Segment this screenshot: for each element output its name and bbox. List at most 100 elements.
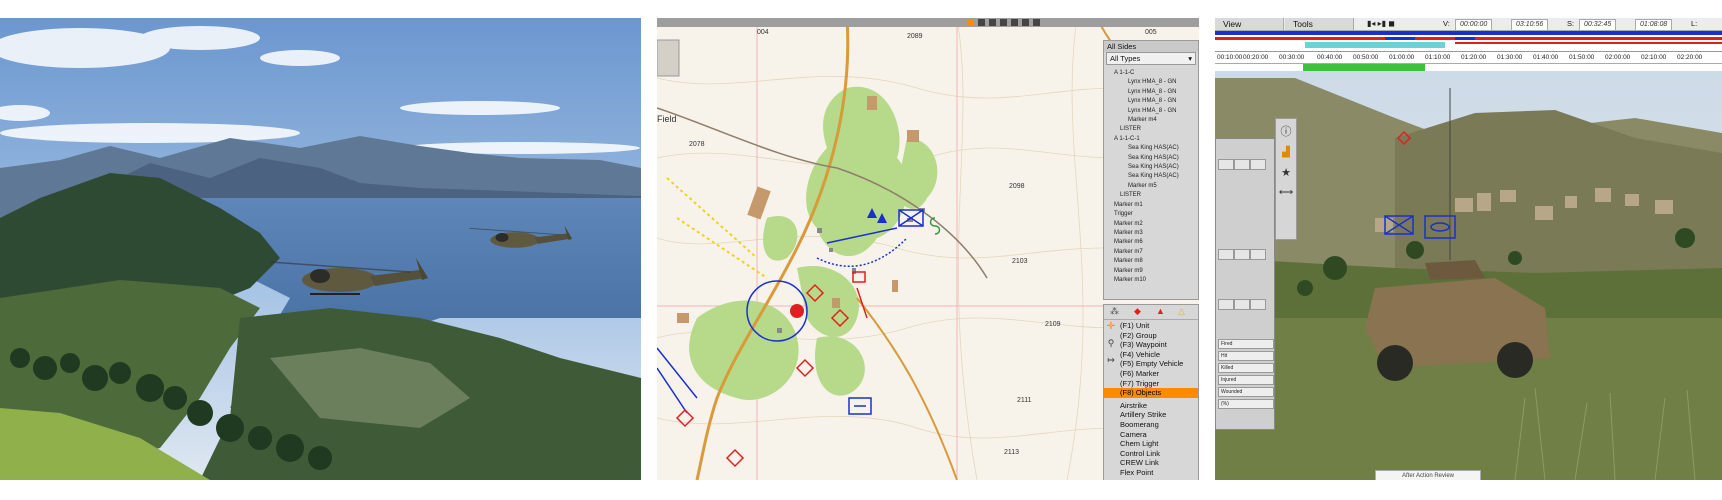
tree-item[interactable]: Marker m9 bbox=[1114, 267, 1198, 276]
entity-tree[interactable]: A 1-1-C Lynx HMA_8 - GN Lynx HMA_8 - GN … bbox=[1104, 65, 1198, 285]
mission-editor-map[interactable]: 004 2089 005 2078 2098 2103 2109 2111 21… bbox=[657, 18, 1199, 480]
aar-bottom-tab[interactable]: After Action Review bbox=[1375, 470, 1481, 480]
stats-row: Hit bbox=[1218, 351, 1274, 361]
star-icon[interactable]: ★ bbox=[1276, 166, 1296, 179]
stats-row: (%) bbox=[1218, 399, 1274, 409]
grid-label: 005 bbox=[1145, 29, 1157, 36]
timeline-range-bar bbox=[1303, 64, 1425, 71]
grid-label: 2089 bbox=[907, 33, 923, 40]
tree-item[interactable]: Sea King HAS(AC) bbox=[1114, 154, 1198, 163]
tree-item[interactable]: Lynx HMA_8 - GN bbox=[1114, 97, 1198, 106]
label-s: S: bbox=[1567, 19, 1575, 28]
tree-item[interactable]: Marker m4 bbox=[1114, 116, 1198, 125]
tree-item[interactable]: Sea King HAS(AC) bbox=[1114, 172, 1198, 181]
stats-button[interactable] bbox=[1250, 299, 1266, 310]
object-item[interactable]: Control Link bbox=[1104, 449, 1198, 459]
mode-vehicle[interactable]: (F4) Vehicle bbox=[1104, 350, 1198, 360]
info-icon[interactable]: ⓘ bbox=[1276, 123, 1296, 139]
stats-row: Injured bbox=[1218, 375, 1274, 385]
trigger-icon[interactable]: ▲ bbox=[1156, 306, 1165, 316]
stats-button[interactable] bbox=[1218, 249, 1234, 260]
tree-item[interactable]: Marker m8 bbox=[1114, 257, 1198, 266]
time-end-field[interactable]: 01:08:08 bbox=[1635, 19, 1673, 31]
mode-group[interactable]: (F2) Group bbox=[1104, 331, 1198, 341]
stats-row: Killed bbox=[1218, 363, 1274, 373]
grid-label: 2078 bbox=[689, 141, 705, 148]
arrows-icon[interactable]: ⟷ bbox=[1276, 187, 1296, 198]
link-icon[interactable]: ↦ bbox=[1104, 355, 1118, 366]
group-icon[interactable]: ⁂ bbox=[1110, 306, 1119, 317]
playback-controls[interactable]: ▮◂ ▸▮ ◼ bbox=[1367, 19, 1395, 29]
editor-modes-panel: ⁂ ◆ ▲ △ ✛ ⚲ ↦ (F1) Unit (F2) Group (F3) … bbox=[1103, 304, 1199, 480]
mode-trigger[interactable]: (F7) Trigger bbox=[1104, 379, 1198, 389]
tree-item[interactable]: Marker m5 bbox=[1114, 182, 1198, 191]
aar-icon-column: ⓘ ▟ ★ ⟷ bbox=[1275, 118, 1297, 240]
move-icon[interactable]: ✛ bbox=[1104, 321, 1118, 332]
tree-item[interactable]: Sea King HAS(AC) bbox=[1114, 144, 1198, 153]
marker-icon[interactable]: ◆ bbox=[1134, 306, 1141, 317]
object-item[interactable]: Boomerang bbox=[1104, 420, 1198, 430]
tree-item[interactable]: LISTER bbox=[1114, 191, 1198, 200]
grid-label: 2111 bbox=[1017, 397, 1032, 404]
tree-item[interactable]: Marker m3 bbox=[1114, 229, 1198, 238]
stats-button[interactable] bbox=[1234, 159, 1250, 170]
object-item[interactable]: Airstrike bbox=[1104, 401, 1198, 411]
tree-item[interactable]: Sea King HAS(AC) bbox=[1114, 163, 1198, 172]
object-list[interactable]: Airstrike Artillery Strike Boomerang Cam… bbox=[1104, 401, 1198, 478]
stats-button[interactable] bbox=[1250, 159, 1266, 170]
sides-filter[interactable]: All Sides bbox=[1104, 41, 1198, 52]
tree-item[interactable]: Marker m7 bbox=[1114, 248, 1198, 257]
tree-item[interactable]: Lynx HMA_8 - GN bbox=[1114, 107, 1198, 116]
stats-button[interactable] bbox=[1218, 299, 1234, 310]
3d-scene bbox=[1215, 18, 1722, 480]
mode-empty-vehicle[interactable]: (F5) Empty Vehicle bbox=[1104, 359, 1198, 369]
object-item[interactable]: Artillery Strike bbox=[1104, 410, 1198, 420]
types-filter-select[interactable]: All Types ▾ bbox=[1106, 52, 1196, 65]
menu-view[interactable]: View bbox=[1215, 18, 1284, 30]
stats-button[interactable] bbox=[1250, 249, 1266, 260]
grid-label: 2113 bbox=[1004, 449, 1019, 456]
stats-button[interactable] bbox=[1218, 159, 1234, 170]
stats-panel: Fired Hit Killed Injured Wounded (%) bbox=[1215, 138, 1275, 430]
tree-item[interactable]: LISTER bbox=[1114, 125, 1198, 134]
place-label: Field bbox=[657, 114, 677, 124]
mode-tabs[interactable]: ⁂ ◆ ▲ △ bbox=[1104, 305, 1198, 320]
tree-item[interactable]: Lynx HMA_8 - GN bbox=[1114, 78, 1198, 87]
time-v-field[interactable]: 00:00:00 bbox=[1455, 19, 1493, 31]
grid-label: 2098 bbox=[1009, 183, 1025, 190]
tree-item[interactable]: A 1-1-C bbox=[1114, 69, 1198, 78]
time-s-field[interactable]: 00:32:45 bbox=[1579, 19, 1617, 31]
event-timeline[interactable] bbox=[1215, 31, 1722, 71]
chart-icon[interactable]: ▟ bbox=[1276, 147, 1296, 158]
search-icon[interactable]: ⚲ bbox=[1104, 338, 1118, 349]
after-action-review-view[interactable]: View Tools ▮◂ ▸▮ ◼ V: 00:00:00 03:10:56 … bbox=[1215, 18, 1722, 480]
tree-item[interactable]: Lynx HMA_8 - GN bbox=[1114, 88, 1198, 97]
helicopter-scene-image bbox=[0, 18, 641, 480]
tree-item[interactable]: Trigger bbox=[1114, 210, 1198, 219]
stats-row: Fired bbox=[1218, 339, 1274, 349]
object-item[interactable]: Camera bbox=[1104, 430, 1198, 440]
tree-item[interactable]: A 1-1-C-1 bbox=[1114, 135, 1198, 144]
mode-objects[interactable]: (F8) Objects bbox=[1104, 388, 1198, 398]
tree-item[interactable]: Marker m2 bbox=[1114, 220, 1198, 229]
tree-item[interactable]: Marker m10 bbox=[1114, 276, 1198, 285]
label-v: V: bbox=[1443, 19, 1450, 28]
stats-row: Wounded bbox=[1218, 387, 1274, 397]
tree-item[interactable]: Marker m1 bbox=[1114, 201, 1198, 210]
grid-label: 004 bbox=[757, 29, 769, 36]
object-item[interactable]: Flex Point bbox=[1104, 468, 1198, 478]
time-total-field[interactable]: 03:10:56 bbox=[1511, 19, 1549, 31]
mode-unit[interactable]: (F1) Unit bbox=[1104, 321, 1198, 331]
editor-mode-list[interactable]: (F1) Unit (F2) Group (F3) Waypoint (F4) … bbox=[1104, 321, 1198, 398]
object-item[interactable]: CREW Link bbox=[1104, 458, 1198, 468]
warning-icon[interactable]: △ bbox=[1178, 306, 1185, 317]
mode-marker[interactable]: (F6) Marker bbox=[1104, 369, 1198, 379]
tree-item[interactable]: Marker m6 bbox=[1114, 238, 1198, 247]
aar-menubar: View Tools ▮◂ ▸▮ ◼ V: 00:00:00 03:10:56 … bbox=[1215, 18, 1722, 31]
stats-button[interactable] bbox=[1234, 249, 1250, 260]
object-item[interactable]: Chem Light bbox=[1104, 439, 1198, 449]
menu-tools[interactable]: Tools bbox=[1285, 18, 1354, 30]
mode-waypoint[interactable]: (F3) Waypoint bbox=[1104, 340, 1198, 350]
stats-button[interactable] bbox=[1234, 299, 1250, 310]
entity-tree-panel: All Sides All Types ▾ A 1-1-C Lynx HMA_8… bbox=[1103, 40, 1199, 300]
